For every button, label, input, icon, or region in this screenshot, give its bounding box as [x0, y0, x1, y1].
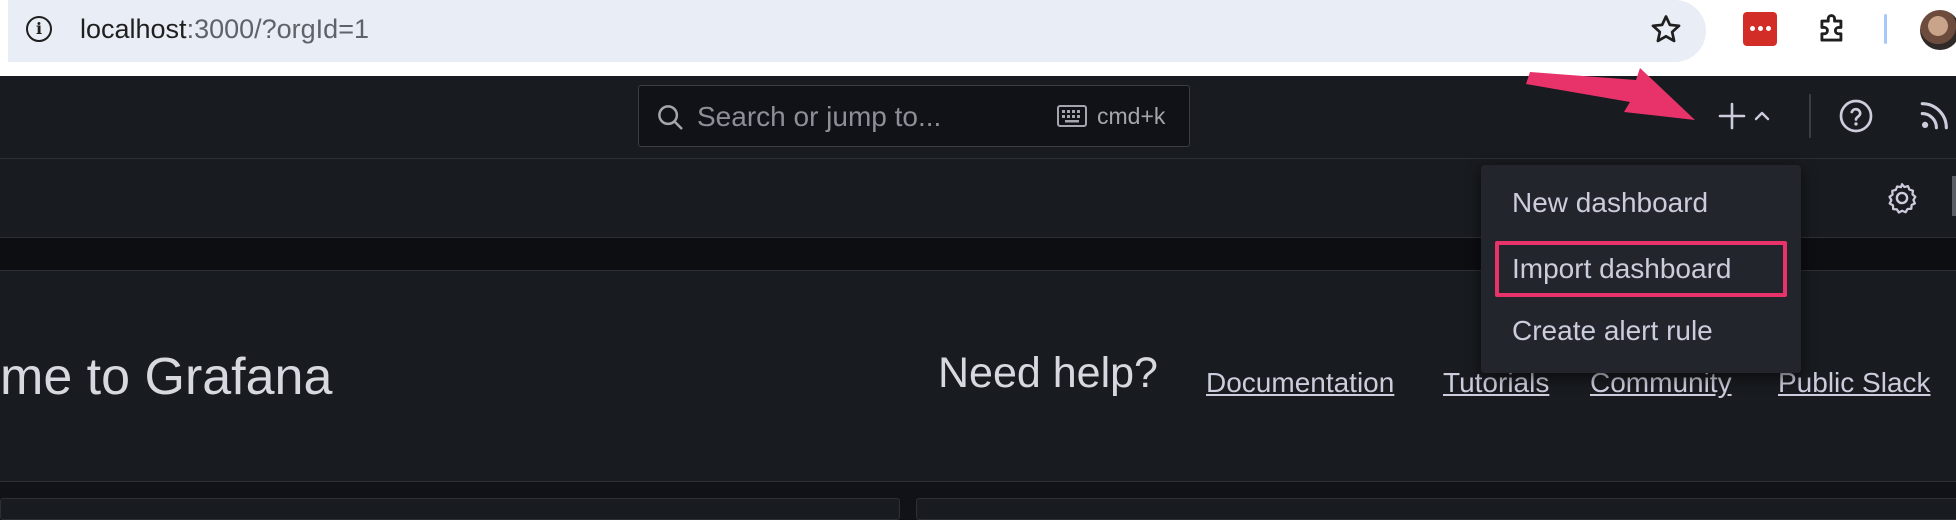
menu-item-create-alert-rule[interactable]: Create alert rule: [1495, 303, 1787, 359]
star-icon[interactable]: [1648, 12, 1684, 48]
dashboard-panel: [0, 498, 900, 520]
url-text[interactable]: localhost:3000/?orgId=1: [80, 14, 369, 45]
avatar[interactable]: [1920, 10, 1956, 50]
menu-item-new-dashboard[interactable]: New dashboard: [1495, 175, 1787, 231]
address-bar[interactable]: i localhost:3000/?orgId=1: [8, 0, 1706, 62]
panel-edge: [1952, 176, 1956, 216]
info-icon[interactable]: i: [26, 16, 52, 42]
keyboard-icon: [1057, 105, 1087, 127]
search-input[interactable]: Search or jump to... cmd+k: [638, 85, 1190, 147]
welcome-title: me to Grafana: [0, 348, 333, 406]
annotation-arrow-icon: [1526, 68, 1695, 120]
menu-item-import-dashboard[interactable]: Import dashboard: [1495, 241, 1787, 297]
gear-icon[interactable]: [1884, 180, 1920, 216]
topbar-divider: [1809, 94, 1811, 138]
rss-icon[interactable]: [1918, 98, 1952, 132]
shortcut-hint: cmd+k: [1097, 103, 1166, 129]
help-icon[interactable]: [1838, 98, 1874, 134]
new-menu-button[interactable]: [1716, 96, 1776, 136]
dashboard-panel: [916, 498, 1956, 520]
public-slack-link[interactable]: Public Slack: [1778, 367, 1931, 399]
documentation-link[interactable]: Documentation: [1206, 367, 1394, 399]
search-icon: [658, 105, 683, 130]
chevron-up-icon: [1754, 111, 1770, 121]
search-placeholder: Search or jump to...: [697, 101, 942, 132]
puzzle-icon[interactable]: [1814, 10, 1852, 48]
plus-icon: [1718, 102, 1746, 130]
password-extension-icon[interactable]: [1743, 12, 1777, 46]
need-help-heading: Need help?: [938, 349, 1158, 397]
new-menu-dropdown: New dashboard Import dashboard Create al…: [1481, 165, 1801, 373]
toolbar-separator: [1884, 14, 1887, 44]
